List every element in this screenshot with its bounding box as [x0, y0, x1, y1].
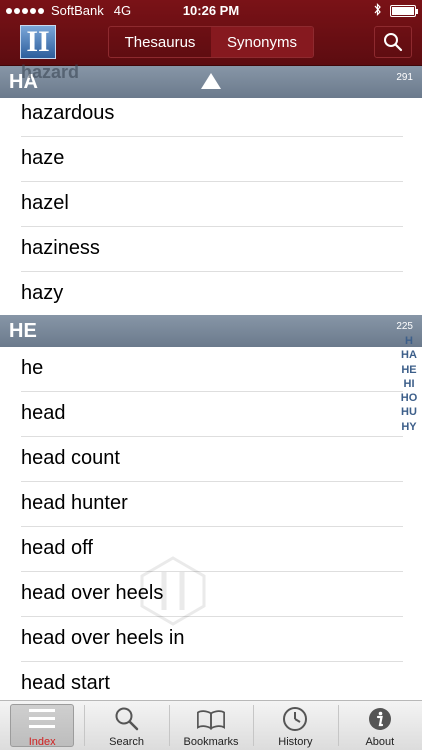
- tab-about[interactable]: About: [337, 701, 422, 750]
- info-icon: [365, 704, 395, 734]
- segment-thesaurus[interactable]: Thesaurus: [109, 27, 211, 57]
- segment-synonyms[interactable]: Synonyms: [211, 27, 313, 57]
- section-count: 291: [396, 72, 413, 83]
- tab-label: Index: [28, 736, 56, 748]
- clock-icon: [280, 704, 310, 734]
- list-item[interactable]: hazy: [0, 272, 403, 317]
- top-bar: SoftBank 4G 10:26 PM II Thesaurus Synony…: [0, 0, 422, 66]
- list-item-label: haziness: [21, 237, 100, 259]
- battery-icon: [390, 5, 418, 17]
- list-item[interactable]: haziness: [0, 227, 403, 272]
- section-count: 225: [396, 321, 413, 332]
- tab-label: About: [365, 736, 395, 748]
- index-entry[interactable]: HI: [404, 377, 415, 391]
- bottom-tab-bar: Index Search Bookmarks History About: [0, 700, 422, 750]
- status-bar: SoftBank 4G 10:26 PM: [0, 0, 422, 22]
- list-item[interactable]: head count: [0, 437, 403, 482]
- book-icon: [196, 704, 226, 734]
- tab-history[interactable]: History: [253, 701, 337, 750]
- list-item-label: head count: [21, 447, 120, 469]
- watermark-logo-icon: [140, 556, 206, 626]
- list-item[interactable]: haze: [0, 137, 403, 182]
- index-entry[interactable]: HO: [401, 391, 418, 405]
- index-entry[interactable]: HY: [401, 420, 416, 434]
- tab-bookmarks[interactable]: Bookmarks: [168, 701, 253, 750]
- list-item-label: head over heels in: [21, 627, 185, 649]
- tab-label: Bookmarks: [183, 736, 239, 748]
- index-entry[interactable]: HU: [401, 405, 417, 419]
- list-item[interactable]: hazel: [0, 182, 403, 227]
- tab-label: History: [278, 736, 313, 748]
- status-time: 10:26 PM: [182, 3, 240, 18]
- section-index-strip[interactable]: H HA HE HI HO HU HY: [397, 334, 421, 434]
- list-item-label: hazy: [21, 282, 64, 304]
- section-title: HE: [9, 320, 37, 342]
- index-entry[interactable]: HE: [401, 363, 416, 377]
- list-item-label: head hunter: [21, 492, 128, 514]
- list-icon: [27, 704, 57, 734]
- list-item-label: hazel: [21, 192, 69, 214]
- list-item-label: he: [21, 357, 44, 379]
- mode-segmented-control: Thesaurus Synonyms: [108, 26, 314, 58]
- search-icon: [112, 704, 142, 734]
- search-button[interactable]: [374, 26, 412, 58]
- index-entry[interactable]: H: [405, 334, 413, 348]
- list-item[interactable]: hazardous: [0, 92, 403, 137]
- list-item-label: hazardous: [21, 102, 115, 124]
- list-item[interactable]: he: [0, 347, 403, 392]
- list-item-label: haze: [21, 147, 65, 169]
- list-item-label: head start: [21, 672, 110, 694]
- index-entry[interactable]: HA: [401, 348, 417, 362]
- section-header-he: HE 225: [0, 315, 422, 347]
- list-item[interactable]: head hunter: [0, 482, 403, 527]
- list-item[interactable]: head: [0, 392, 403, 437]
- app-logo[interactable]: II: [20, 25, 56, 59]
- tab-search[interactable]: Search: [84, 701, 168, 750]
- list-item-label: head off: [21, 537, 93, 559]
- tab-label: Search: [109, 736, 145, 748]
- scroll-up-triangle-icon[interactable]: [201, 73, 221, 89]
- tab-index[interactable]: Index: [0, 701, 84, 750]
- bluetooth-icon: [374, 3, 382, 19]
- list-item-label: head: [21, 402, 66, 424]
- search-icon: [384, 33, 403, 52]
- ghost-word: hazard: [21, 62, 80, 82]
